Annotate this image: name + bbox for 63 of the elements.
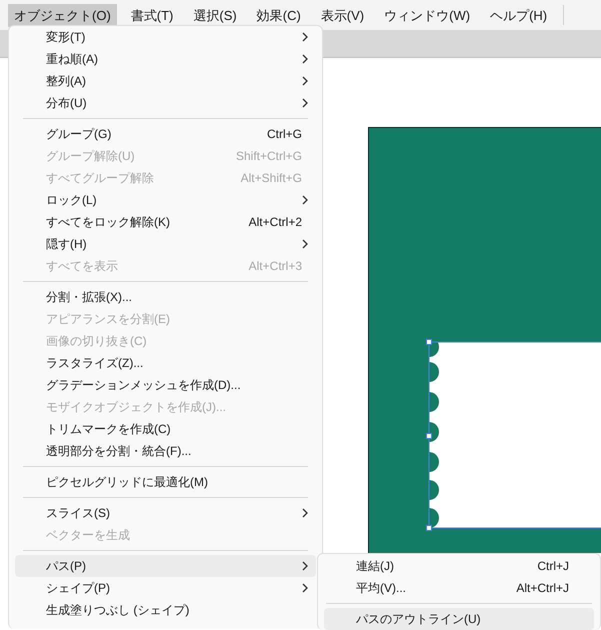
menu-item-label: グラデーションメッシュを作成(D)... — [46, 376, 241, 394]
menu-item[interactable]: 分割・拡張(X)... — [15, 286, 316, 308]
shortcut-label: Ctrl+G — [266, 127, 302, 141]
shortcut-label: Alt+Shift+G — [240, 171, 302, 185]
menu-item[interactable]: すべてをロック解除(K) Alt+Ctrl+2 — [15, 211, 316, 233]
menu-item[interactable]: スライス(S) — [15, 502, 316, 524]
menu-item-label: 重ね順(A) — [46, 50, 98, 68]
shortcut-label: Ctrl+J — [537, 559, 569, 573]
menu-item-label: アピアランスを分割(E) — [46, 310, 170, 328]
menu-bar-item[interactable]: 選択(S) — [187, 4, 243, 26]
menu-item[interactable]: 透明部分を分割・統合(F)... — [15, 440, 316, 462]
shortcut-label: Shift+Ctrl+G — [236, 149, 302, 163]
menu-item[interactable]: 平均(V)... Alt+Ctrl+J — [324, 577, 594, 599]
menu-bar-item[interactable]: 効果(C) — [250, 4, 307, 26]
menu-item[interactable]: パス(P) — [15, 555, 316, 577]
menu-item-label: 分割・拡張(X)... — [46, 288, 132, 306]
menu-item-label: 整列(A) — [46, 72, 86, 90]
menu-item-label: スライス(S) — [46, 504, 110, 522]
menu-item[interactable]: 隠す(H) — [15, 233, 316, 255]
menu-item-label: 生成塗りつぶし (シェイプ) — [46, 602, 190, 618]
menu-bar-item[interactable]: 表示(V) — [314, 4, 370, 26]
menu-bar-item[interactable]: ヘルプ(H) — [484, 4, 554, 26]
menu-item[interactable]: パスのアウトライン(U) — [324, 608, 594, 630]
menu-item-label: 画像の切り抜き(C) — [46, 332, 147, 350]
menu-item-label: グループ(G) — [46, 126, 112, 142]
menu-item-label: モザイクオブジェクトを作成(J)... — [46, 398, 226, 416]
menu-item[interactable]: グラデーションメッシュを作成(D)... — [15, 374, 316, 396]
menu-item-label: トリムマークを作成(C) — [46, 420, 171, 438]
menu-item-label: 隠す(H) — [46, 236, 87, 252]
menu-item-label: ロック(L) — [46, 192, 97, 208]
menu-item[interactable]: ラスタライズ(Z)... — [15, 352, 316, 374]
menu-item[interactable]: 変形(T) — [15, 26, 316, 48]
menu-item-label: ピクセルグリッドに最適化(M) — [46, 474, 208, 490]
menu-item-label: すべてグループ解除 — [46, 170, 154, 186]
menu-bar-item[interactable]: オブジェクト(O) — [8, 4, 117, 26]
shortcut-label: Alt+Ctrl+2 — [248, 215, 302, 229]
menu-item-label: 変形(T) — [46, 28, 86, 46]
menu-item-label: シェイプ(P) — [46, 580, 110, 596]
menu-item[interactable]: 連結(J) Ctrl+J — [324, 555, 594, 577]
menu-item-label: 連結(J) — [356, 558, 394, 574]
shortcut-label: Alt+Ctrl+J — [516, 581, 569, 595]
menu-item-label: 平均(V)... — [356, 580, 406, 596]
menu-item-label: 分布(U) — [46, 94, 87, 112]
menu-item[interactable]: トリムマークを作成(C) — [15, 418, 316, 440]
menu-item[interactable]: 整列(A) — [15, 70, 316, 92]
shortcut-label: Alt+Ctrl+3 — [248, 259, 302, 273]
menu-item-label: グループ解除(U) — [46, 148, 135, 164]
menu-item-label: パスのアウトライン(U) — [356, 610, 481, 628]
menu-item-label: すべてを表示 — [46, 258, 118, 274]
menu-bar-item[interactable]: ウィンドウ(W) — [378, 4, 476, 26]
menu-item-label: 透明部分を分割・統合(F)... — [46, 442, 192, 460]
menu-item[interactable]: グループ(G) Ctrl+G — [15, 123, 316, 145]
menu-item[interactable]: 分布(U) — [15, 92, 316, 114]
menu-item[interactable]: 重ね順(A) — [15, 48, 316, 70]
menu-bar-item[interactable]: 書式(T) — [124, 4, 180, 26]
menu-item-label: パス(P) — [46, 558, 86, 574]
menu-item-label: ベクターを生成 — [46, 526, 130, 544]
menu-item[interactable]: 生成塗りつぶし (シェイプ) — [15, 599, 316, 621]
menu-item[interactable]: シェイプ(P) — [15, 577, 316, 599]
menu-item-label: すべてをロック解除(K) — [46, 214, 170, 230]
menu-item[interactable]: ピクセルグリッドに最適化(M) — [15, 471, 316, 493]
menu-item-label: ラスタライズ(Z)... — [46, 354, 144, 372]
menu-item[interactable]: ロック(L) — [15, 189, 316, 211]
